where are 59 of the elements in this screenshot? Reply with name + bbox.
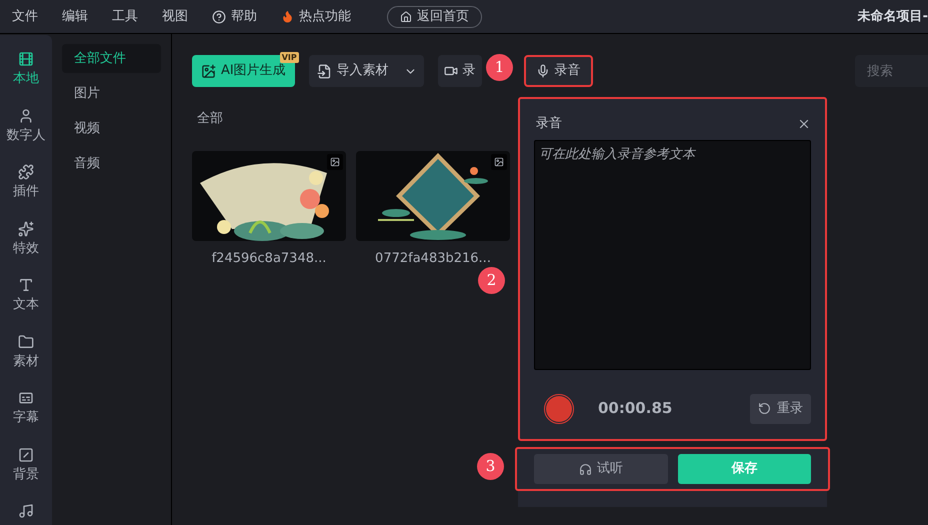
file-name: 0772fa483b216... [375,250,491,268]
category-item[interactable]: 全部文件 [62,44,161,73]
screen-record-button[interactable]: 录 [438,55,482,87]
rail-tab[interactable]: 特效 [13,220,39,258]
category-item[interactable]: 视频 [62,114,161,143]
record-indicator[interactable] [544,394,574,424]
person-icon [18,108,34,124]
import-label: 导入素材 [336,62,389,80]
rail-tab[interactable]: 背景 [13,446,39,484]
rail-tab[interactable]: 字幕 [13,390,39,428]
rail-tab[interactable]: 插件 [13,164,39,202]
import-icon [316,64,332,78]
music-icon [18,503,34,519]
image-type-badge [327,154,343,170]
menu-item[interactable]: 热点功能 [281,6,351,26]
puzzle-icon [18,164,34,180]
rerecord-button[interactable]: 重录 [750,394,811,424]
menu-item[interactable]: 帮助 [212,6,257,26]
rail-tab[interactable]: 素材 [13,334,39,371]
film-icon [18,51,34,67]
menu-item[interactable]: 文件 [12,6,38,26]
rail-tab[interactable]: 文本 [13,277,39,314]
panel-title: 录音 [536,115,562,133]
step-badge: 3 [477,453,504,480]
headphones-icon [578,462,592,476]
help-icon [212,10,226,24]
home-icon [400,10,412,22]
preview-button[interactable]: 试听 [534,454,668,484]
flame-icon [281,10,294,23]
category-item[interactable]: 音频 [62,149,161,178]
text-icon [18,277,34,293]
image-plus-icon [201,64,216,78]
folder-icon [18,334,34,350]
menu-item[interactable]: 工具 [112,6,138,26]
vip-badge: VIP [280,52,299,63]
file-name: f24596c8a7348... [212,250,326,268]
search-field[interactable]: 搜索 [855,55,928,87]
import-button[interactable]: 导入素材 [308,55,424,87]
rail-tab[interactable]: 数字人 [6,108,46,145]
video-camera-icon [444,64,458,78]
step-badge: 2 [478,267,505,294]
record-audio-button[interactable]: 录音 [524,55,593,87]
slash-square-icon [18,446,34,462]
menu-item[interactable]: 编辑 [62,6,88,26]
category-item[interactable]: 图片 [62,79,161,108]
menu-item[interactable]: 视图 [162,6,188,26]
rail-tab[interactable]: 本地 [13,51,39,88]
reference-text-field[interactable]: 可在此处输入录音参考文本 [534,140,811,370]
captions-icon [18,390,34,406]
project-title: 未命名项目- [858,8,928,26]
recording-time: 00:00.85 [598,398,672,420]
rail-tab[interactable] [18,503,34,519]
step-badge: 1 [486,54,513,81]
section-title: 全部 [197,110,223,128]
microphone-icon [536,64,550,78]
image-type-badge [491,154,507,170]
sparkle-icon [18,220,34,236]
rerecord-icon [758,402,771,415]
home-button[interactable]: 返回首页 [387,6,482,28]
